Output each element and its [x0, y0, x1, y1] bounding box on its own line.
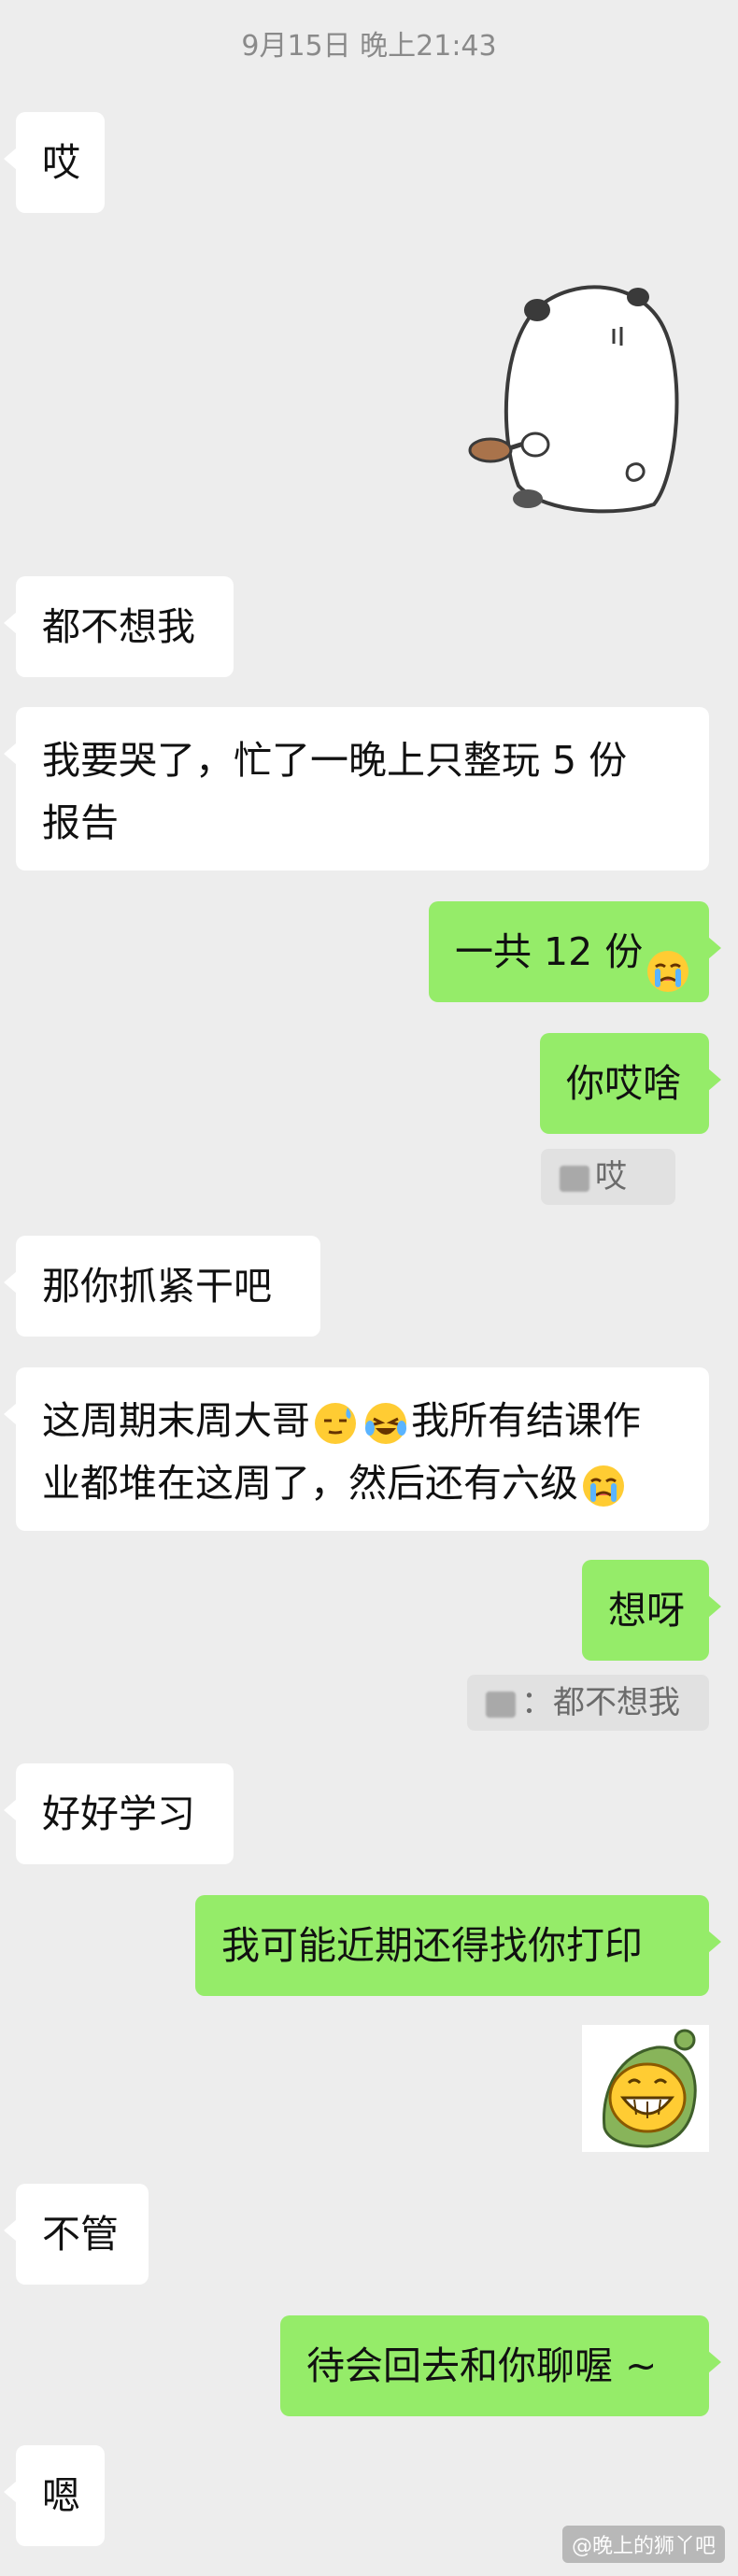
- message-text: 嗯: [42, 2473, 80, 2518]
- message-sent[interactable]: 一共 12 份: [429, 901, 721, 1002]
- loudly-crying-emoji: [645, 931, 691, 992]
- quote-text: ：都不想我: [521, 1684, 680, 1721]
- message-received[interactable]: 嗯: [4, 2445, 105, 2546]
- message-text: 这周期末周大哥: [42, 1398, 310, 1443]
- chat-view: 9月15日 晚上21:43 哎 都不想我 我要哭了，忙了一晚上只整玩 5 份 报…: [0, 0, 738, 2576]
- loudly-crying-emoji: [580, 1463, 627, 1509]
- message-text: 待会回去和你聊喔 ~: [306, 2343, 658, 2388]
- quoted-reply[interactable]: 哎: [541, 1149, 675, 1205]
- message-received[interactable]: 这周期末周大哥 我所有结课作 业都堆在这周了，然后还有六级: [4, 1367, 709, 1531]
- message-text: 那你抓紧干吧: [42, 1264, 272, 1309]
- message-text: 我所有结课作: [411, 1398, 641, 1443]
- timestamp: 9月15日 晚上21:43: [241, 30, 497, 63]
- panda-sticker[interactable]: [462, 271, 687, 523]
- message-sent[interactable]: 我可能近期还得找你打印: [195, 1895, 721, 1996]
- redacted-name: [486, 1691, 516, 1718]
- message-received[interactable]: 不管: [4, 2184, 149, 2285]
- laughing-crying-emoji: [362, 1400, 409, 1447]
- grinning-character-sticker[interactable]: [582, 2025, 709, 2152]
- message-received[interactable]: 都不想我: [4, 576, 234, 677]
- quoted-reply[interactable]: ：都不想我: [467, 1675, 709, 1731]
- message-received[interactable]: 好好学习: [4, 1763, 234, 1864]
- message-text: 都不想我: [42, 604, 195, 649]
- redacted-name: [560, 1165, 589, 1192]
- message-text: 想呀: [608, 1588, 685, 1633]
- message-text-line: 我要哭了，忙了一晚上只整玩 5 份: [42, 738, 628, 783]
- message-text: 一共 12 份: [455, 929, 644, 974]
- panda-sticker-image: [468, 285, 679, 514]
- message-text: 不管: [42, 2212, 119, 2257]
- watermark: @晚上的狮丫吧: [561, 2526, 725, 2563]
- message-sent[interactable]: 你哎啥: [540, 1033, 721, 1134]
- sweat-smile-emoji: [312, 1400, 359, 1447]
- message-received[interactable]: 哎: [4, 112, 105, 213]
- message-sent[interactable]: 待会回去和你聊喔 ~: [280, 2315, 721, 2416]
- message-sent[interactable]: 想呀: [582, 1560, 721, 1661]
- message-received[interactable]: 那你抓紧干吧: [4, 1236, 320, 1337]
- message-text: 你哎啥: [566, 1061, 681, 1106]
- grinning-character-image: [602, 2029, 697, 2148]
- message-text: 我可能近期还得找你打印: [221, 1923, 643, 1968]
- quote-text: 哎: [595, 1158, 627, 1196]
- message-text: 好好学习: [42, 1791, 195, 1836]
- message-text: 业都堆在这周了，然后还有六级: [42, 1461, 578, 1506]
- message-text-line: 报告: [42, 800, 119, 845]
- message-received[interactable]: 我要哭了，忙了一晚上只整玩 5 份 报告: [4, 707, 709, 870]
- message-text: 哎: [42, 140, 80, 185]
